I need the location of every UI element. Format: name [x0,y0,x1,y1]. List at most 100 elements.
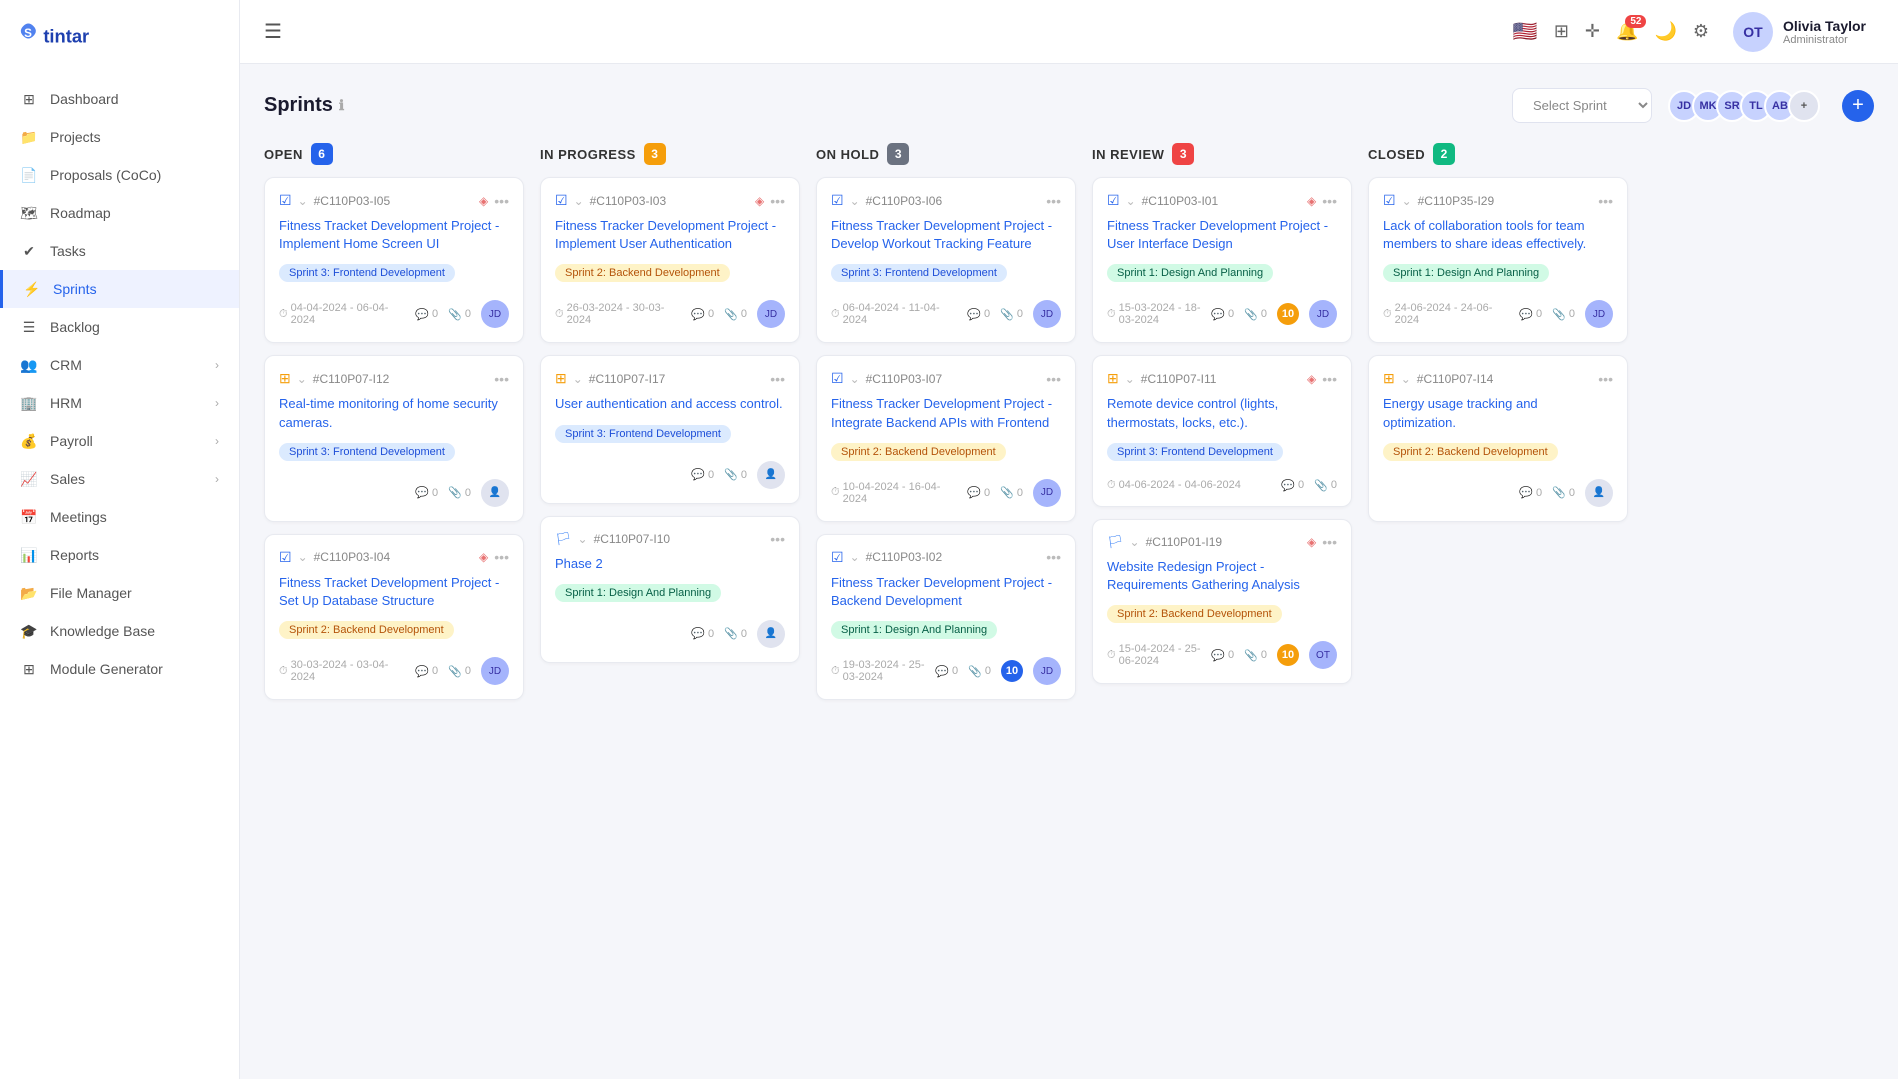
card-footer: 💬 0 📎 0 👤 [1383,479,1613,507]
projects-icon: 📁 [20,128,38,146]
card-assignee-avatar: OT [1309,641,1337,669]
knowledge-base-icon: 🎓 [20,622,38,640]
card-more-icon[interactable]: ••• [494,549,509,565]
card-title[interactable]: Fitness Tracker Development Project - Ba… [831,574,1061,610]
svg-text:tintar: tintar [43,26,89,47]
card-attachments: 📎 0 [448,308,471,321]
card-title[interactable]: Remote device control (lights, thermosta… [1107,395,1337,431]
card-more-icon[interactable]: ••• [770,193,785,209]
language-selector[interactable]: 🇺🇸 [1513,19,1538,44]
card-title[interactable]: Fitness Tracker Development Project - Im… [555,217,785,253]
svg-text:S: S [24,27,32,40]
sidebar-item-roadmap[interactable]: 🗺 Roadmap [0,194,239,232]
hrm-icon: 🏢 [20,394,38,412]
sidebar-item-dashboard[interactable]: ⊞ Dashboard [0,80,239,118]
sprint-tag: Sprint 3: Frontend Development [279,443,455,461]
theme-toggle-icon[interactable]: 🌙 [1654,21,1676,42]
card-id: #C110P07-I10 [594,532,671,546]
card-title[interactable]: Lack of collaboration tools for team mem… [1383,217,1613,253]
info-icon[interactable]: ℹ [339,97,344,114]
card-more-icon[interactable]: ••• [770,371,785,387]
card-footer: 💬 0 📎 0 👤 [555,620,785,648]
card-more-icon[interactable]: ••• [494,193,509,209]
card-chevron-icon: ⌄ [298,550,308,564]
card-title[interactable]: Website Redesign Project - Requirements … [1107,558,1337,594]
sidebar-item-sales[interactable]: 📈 Sales › [0,460,239,498]
sidebar-item-payroll[interactable]: 💰 Payroll › [0,422,239,460]
card-id: #C110P07-I14 [1417,372,1494,386]
crosshair-icon[interactable]: ✛ [1585,21,1600,42]
group-avatar-more[interactable]: + [1788,90,1820,122]
column-in-progress-badge: 3 [644,143,666,165]
card-attachments: 📎 0 [1314,479,1337,492]
card-id: #C110P03-I07 [866,372,943,386]
card-chevron-icon: ⌄ [850,550,860,564]
column-in-progress: IN PROGRESS 3 ☑ ⌄ #C110P03-I03 ◈ ••• Fit… [540,143,800,712]
sales-icon: 📈 [20,470,38,488]
avatar-group: JD MK SR TL AB + [1668,90,1820,122]
card-more-icon[interactable]: ••• [1046,193,1061,209]
card-title[interactable]: Fitness Tracker Development Project - De… [831,217,1061,253]
column-on-hold-label: ON HOLD [816,147,879,162]
sprint-tag: Sprint 2: Backend Development [1107,605,1282,623]
sidebar-item-file-manager[interactable]: 📂 File Manager [0,574,239,612]
card-more-icon[interactable]: ••• [1598,193,1613,209]
card-title[interactable]: Fitness Tracket Development Project - Im… [279,217,509,253]
card-more-icon[interactable]: ••• [1046,549,1061,565]
sidebar-item-tasks[interactable]: ✔ Tasks [0,232,239,270]
sidebar-item-sprints[interactable]: ⚡ Sprints [0,270,239,308]
card-more-icon[interactable]: ••• [1322,193,1337,209]
card-date: ⏱ 04-04-2024 - 06-04-2024 [279,302,405,326]
clock-icon: ⏱ [831,308,840,321]
sidebar-item-crm[interactable]: 👥 CRM › [0,346,239,384]
sidebar-item-reports[interactable]: 📊 Reports [0,536,239,574]
card-more-icon[interactable]: ••• [494,371,509,387]
card-more-icon[interactable]: ••• [1322,534,1337,550]
card-type-icon: ☑ [831,549,844,566]
card-unassigned-avatar: 👤 [757,461,785,489]
card-title[interactable]: Fitness Tracker Development Project - Us… [1107,217,1337,253]
card-title[interactable]: Real-time monitoring of home security ca… [279,395,509,431]
card-comments: 💬 0 [691,627,714,640]
card-title[interactable]: Phase 2 [555,555,785,573]
meetings-icon: 📅 [20,508,38,526]
card-more-icon[interactable]: ••• [1046,371,1061,387]
crm-arrow-icon: › [215,358,219,372]
sidebar-item-projects[interactable]: 📁 Projects [0,118,239,156]
sidebar-item-module-generator[interactable]: ⊞ Module Generator [0,650,239,688]
apps-icon[interactable]: ⊞ [1554,21,1569,42]
notifications-icon[interactable]: 🔔 52 [1616,21,1638,42]
user-info: Olivia Taylor Administrator [1783,18,1866,46]
card-more-icon[interactable]: ••• [770,531,785,547]
card-footer: ⏱ 10-04-2024 - 16-04-2024 💬 0 📎 0 JD [831,479,1061,507]
sprint-tag: Sprint 1: Design And Planning [1383,264,1549,282]
page-title: Sprints ℹ [264,94,344,117]
card-date: ⏱ 06-04-2024 - 11-04-2024 [831,302,957,326]
sprint-select[interactable]: Select Sprint [1512,88,1652,123]
card-closed-2: ⊞ ⌄ #C110P07-I14 ••• Energy usage tracki… [1368,355,1628,521]
card-assignee-avatar: JD [481,657,509,685]
user-profile[interactable]: OT Olivia Taylor Administrator [1725,8,1874,56]
clock-icon: ⏱ [279,665,288,678]
card-more-icon[interactable]: ••• [1322,371,1337,387]
card-title[interactable]: Energy usage tracking and optimization. [1383,395,1613,431]
card-title[interactable]: Fitness Tracker Development Project - In… [831,395,1061,431]
settings-icon[interactable]: ⚙ [1693,21,1709,42]
sidebar-item-hrm[interactable]: 🏢 HRM › [0,384,239,422]
sidebar-item-proposals[interactable]: 📄 Proposals (CoCo) [0,156,239,194]
sidebar-item-knowledge-base[interactable]: 🎓 Knowledge Base [0,612,239,650]
column-on-hold: ON HOLD 3 ☑ ⌄ #C110P03-I06 ••• Fitness T… [816,143,1076,712]
card-footer: 💬 0 📎 0 👤 [555,461,785,489]
sidebar-label-proposals: Proposals (CoCo) [50,167,161,183]
card-toprow: ☑ ⌄ #C110P03-I02 ••• [831,549,1061,566]
hamburger-button[interactable]: ☰ [264,19,282,44]
sidebar-item-backlog[interactable]: ☰ Backlog [0,308,239,346]
card-more-icon[interactable]: ••• [1598,371,1613,387]
sidebar-item-meetings[interactable]: 📅 Meetings [0,498,239,536]
card-title[interactable]: User authentication and access control. [555,395,785,413]
column-open-badge: 6 [311,143,333,165]
card-id: #C110P03-I05 [314,194,391,208]
card-footer: ⏱ 19-03-2024 - 25-03-2024 💬 0 📎 0 10 JD [831,657,1061,685]
add-sprint-button[interactable]: + [1842,90,1874,122]
card-title[interactable]: Fitness Tracket Development Project - Se… [279,574,509,610]
